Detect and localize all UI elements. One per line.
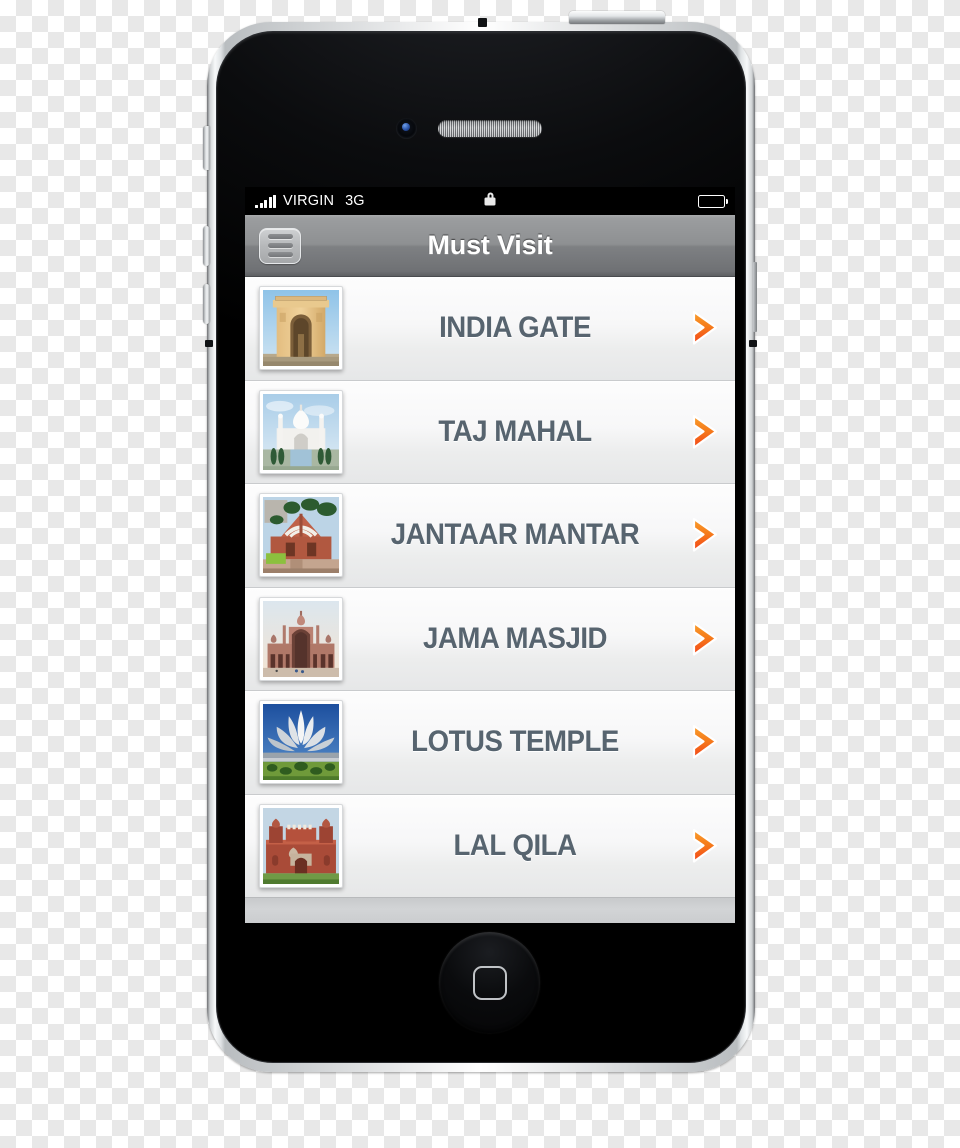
- network-type: 3G: [345, 192, 365, 209]
- carrier-name: VIRGIN: [283, 192, 335, 209]
- jama-masjid-thumbnail: [259, 596, 343, 681]
- list-item-title: LOTUS TEMPLE: [411, 725, 619, 759]
- chevron-right-icon[interactable]: [687, 723, 723, 761]
- antenna-notch-top: [478, 18, 487, 27]
- list-item-title: LAL QILA: [453, 828, 577, 862]
- list-footer-bar: [245, 897, 735, 923]
- navigation-bar: Must Visit: [245, 215, 735, 277]
- antenna-notch-right: [749, 340, 757, 347]
- device-screen: VIRGIN 3G Must Visit INDIA GATE TAJ MAHA…: [245, 187, 735, 923]
- taj-mahal-thumbnail: [259, 389, 343, 474]
- status-bar-right: [698, 194, 728, 208]
- status-bar: VIRGIN 3G: [245, 187, 735, 215]
- front-camera: [396, 118, 417, 139]
- antenna-notch-left: [205, 340, 213, 347]
- chevron-right-icon[interactable]: [687, 620, 723, 658]
- list-item[interactable]: LAL QILA: [245, 794, 735, 898]
- lotus-temple-thumbnail: [259, 700, 343, 785]
- list-item[interactable]: JAMA MASJID: [245, 587, 735, 691]
- india-gate-thumbnail: [259, 286, 343, 371]
- list-item[interactable]: TAJ MAHAL: [245, 380, 735, 484]
- page-title: Must Visit: [427, 230, 553, 260]
- must-visit-list[interactable]: INDIA GATE TAJ MAHAL JANTAAR MANTAR JAMA…: [245, 277, 735, 923]
- signal-strength-icon: [255, 195, 276, 209]
- sim-tray: [753, 262, 757, 332]
- jantaar-mantar-thumbnail: [259, 493, 343, 578]
- home-button-square-icon: [472, 965, 507, 1000]
- volume-up-button[interactable]: [203, 226, 210, 266]
- list-item-title: TAJ MAHAL: [438, 414, 592, 448]
- volume-down-button[interactable]: [203, 284, 210, 324]
- device-front-face: VIRGIN 3G Must Visit INDIA GATE TAJ MAHA…: [216, 31, 746, 1063]
- list-item[interactable]: JANTAAR MANTAR: [245, 484, 735, 588]
- list-item-title: JAMA MASJID: [422, 621, 608, 655]
- chevron-right-icon[interactable]: [687, 413, 723, 451]
- iphone-device: VIRGIN 3G Must Visit INDIA GATE TAJ MAHA…: [203, 11, 757, 1078]
- list-item[interactable]: LOTUS TEMPLE: [245, 691, 735, 795]
- home-button[interactable]: [439, 932, 540, 1033]
- lal-qila-thumbnail: [259, 803, 343, 888]
- canvas: VIRGIN 3G Must Visit INDIA GATE TAJ MAHA…: [0, 0, 960, 1148]
- chevron-right-icon[interactable]: [687, 516, 723, 554]
- list-item[interactable]: INDIA GATE: [245, 277, 735, 381]
- battery-icon: [698, 194, 728, 208]
- list-item-title: INDIA GATE: [439, 311, 591, 345]
- list-item-title: JANTAAR MANTAR: [390, 518, 640, 552]
- status-bar-left: VIRGIN 3G: [255, 194, 365, 209]
- hamburger-menu-icon[interactable]: [259, 227, 301, 264]
- power-button[interactable]: [569, 11, 665, 24]
- silent-switch[interactable]: [203, 126, 210, 170]
- lock-icon: [484, 192, 496, 206]
- chevron-right-icon[interactable]: [687, 309, 723, 347]
- earpiece-speaker: [438, 120, 542, 137]
- chevron-right-icon[interactable]: [687, 827, 723, 865]
